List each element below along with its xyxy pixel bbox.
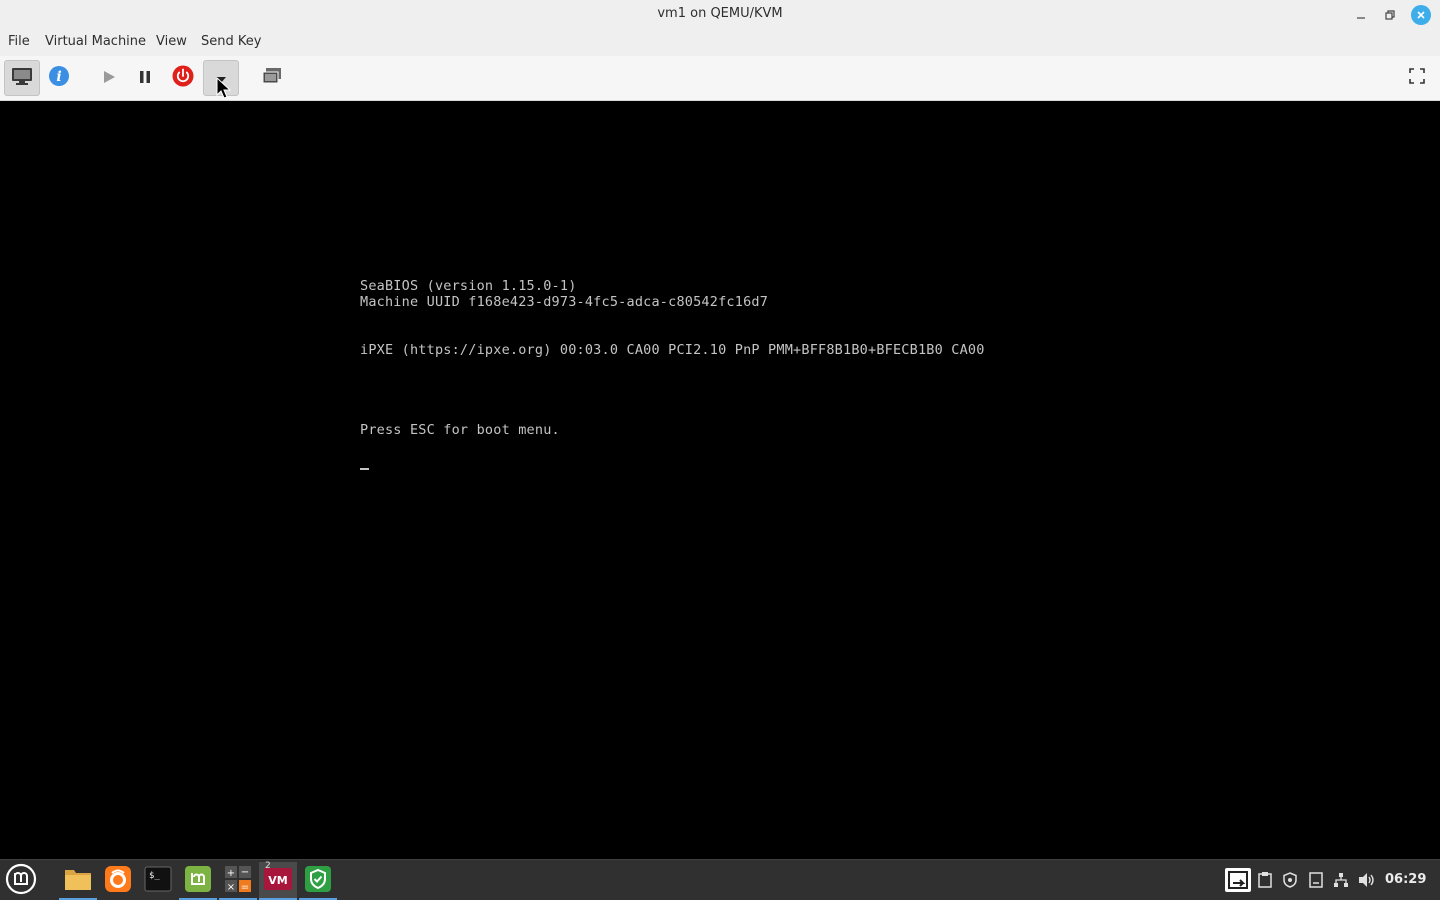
svg-text:VM: VM [268, 874, 287, 887]
firefox-icon [104, 865, 132, 897]
svg-text:+: + [227, 868, 235, 879]
files-folder-icon [63, 866, 93, 896]
window-count-badge: 2 [265, 861, 271, 871]
menu-file[interactable]: File [8, 34, 30, 49]
shield-icon [304, 865, 332, 897]
mouse-pointer-icon [216, 76, 232, 103]
clipboard-icon[interactable] [1254, 868, 1276, 892]
svg-text:$_: $_ [149, 871, 160, 881]
pause-icon [138, 69, 152, 88]
power-icon [172, 65, 194, 91]
svg-text:i: i [56, 69, 61, 85]
calculator-icon: + − × = [224, 865, 252, 897]
calculator-launcher[interactable]: + − × = [219, 862, 257, 900]
mint-menu-icon [5, 863, 37, 899]
machine-uuid-line: Machine UUID f168e423-d973-4fc5-adca-c80… [360, 294, 769, 310]
fullscreen-button[interactable] [1399, 60, 1435, 96]
minimize-icon[interactable] [1351, 5, 1371, 25]
run-button[interactable] [91, 60, 127, 96]
session-icon[interactable] [1225, 868, 1251, 892]
svg-text:−: − [241, 867, 249, 878]
taskbar: $_ + − × = VM 2 06:29 [0, 859, 1440, 900]
terminal-launcher[interactable]: $_ [139, 862, 177, 900]
security-launcher[interactable] [299, 862, 337, 900]
clock[interactable]: 06:29 [1385, 872, 1426, 887]
terminal-icon: $_ [144, 865, 172, 897]
start-menu-button[interactable] [2, 862, 40, 900]
svg-text:×: × [227, 882, 235, 893]
menu-bar: File Virtual Machine View Send Key [0, 30, 1440, 56]
details-button[interactable]: i [41, 60, 77, 96]
pause-button[interactable] [127, 60, 163, 96]
svg-text:=: = [241, 882, 249, 893]
firefox-launcher[interactable] [99, 862, 137, 900]
toolbar: i [0, 56, 1440, 101]
snapshots-icon [261, 66, 283, 90]
info-icon: i [48, 65, 70, 91]
security-shield-icon[interactable] [1279, 868, 1301, 892]
menu-virtual-machine[interactable]: Virtual Machine [45, 34, 146, 49]
snapshots-button[interactable] [254, 60, 290, 96]
volume-icon[interactable] [1356, 868, 1378, 892]
restore-icon[interactable] [1380, 5, 1400, 25]
files-launcher[interactable] [59, 862, 97, 900]
shutdown-button[interactable] [165, 60, 201, 96]
boot-menu-prompt: Press ESC for boot menu. [360, 422, 560, 438]
title-bar: vm1 on QEMU/KVM [0, 0, 1440, 30]
menu-send-key[interactable]: Send Key [201, 34, 261, 49]
network-icon[interactable] [1330, 868, 1352, 892]
monitor-icon [11, 66, 33, 90]
close-icon[interactable] [1411, 5, 1431, 25]
play-icon [102, 69, 116, 88]
window-title: vm1 on QEMU/KVM [657, 6, 783, 21]
menu-view[interactable]: View [156, 34, 187, 49]
software-manager-launcher[interactable] [179, 862, 217, 900]
document-icon[interactable] [1305, 868, 1327, 892]
fullscreen-icon [1409, 68, 1425, 88]
ipxe-line: iPXE (https://ipxe.org) 00:03.0 CA00 PCI… [360, 342, 985, 358]
mintinstall-icon [184, 865, 212, 897]
console-button[interactable] [4, 60, 40, 96]
bios-version-line: SeaBIOS (version 1.15.0-1) [360, 278, 577, 294]
vm-console[interactable]: SeaBIOS (version 1.15.0-1) Machine UUID … [0, 101, 1440, 859]
text-cursor [360, 468, 369, 470]
